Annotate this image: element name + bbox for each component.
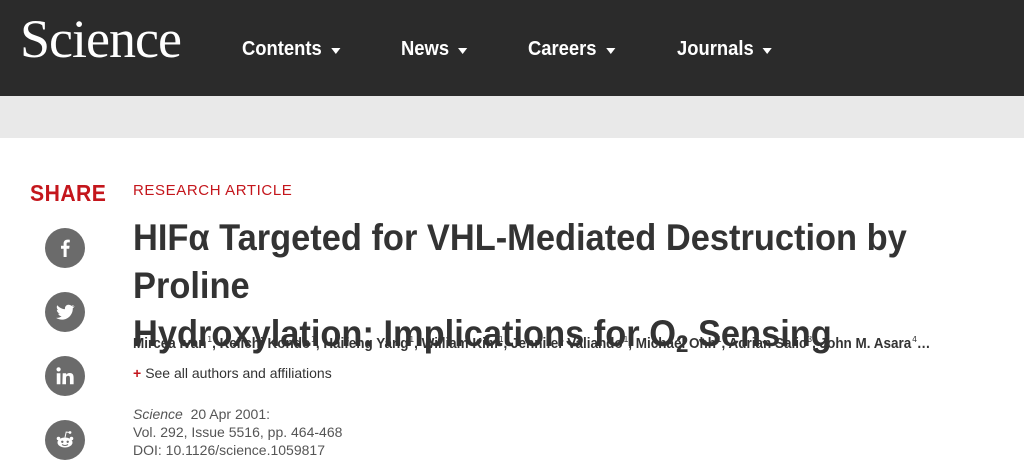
author-name: John M. Asara (819, 336, 912, 352)
nav-journals-dropdown[interactable]: Journals (677, 36, 773, 62)
nav-careers-label: Careers (528, 37, 597, 60)
author-separator: , (212, 336, 220, 352)
citation-volume: Vol. 292, Issue 5516, pp. 464-468 (133, 424, 343, 440)
author-link[interactable]: Michael Ohh1 (636, 336, 722, 352)
author-name: Jennifer Valiando (511, 336, 623, 352)
author-link[interactable]: Adrian Salic3 (729, 336, 813, 352)
chevron-down-icon (605, 47, 615, 54)
nav-journals-label: Journals (677, 37, 754, 60)
author-link[interactable]: Mircea Ivan1 (133, 336, 212, 352)
author-name: Michael Ohh (635, 336, 716, 352)
article-title-line-1: HIFα Targeted for VHL-Mediated Destructi… (133, 217, 907, 306)
author-name: Mircea Ivan (133, 336, 207, 352)
nav-careers-dropdown[interactable]: Careers (528, 36, 615, 62)
authors-ellipsis: … (916, 336, 931, 352)
chevron-down-icon (458, 47, 468, 54)
chevron-down-icon (330, 47, 341, 54)
facebook-icon (61, 239, 70, 257)
share-reddit-button[interactable] (45, 420, 85, 460)
reddit-icon (56, 431, 74, 448)
linkedin-icon (56, 367, 74, 385)
article-type-label: RESEARCH ARTICLE (133, 182, 293, 199)
citation-journal: Science (133, 406, 183, 422)
nav-contents-label: Contents (242, 37, 322, 60)
author-list: Mircea Ivan1, Keiichi Kondo1, Haifeng Ya… (133, 336, 951, 352)
twitter-icon (56, 304, 75, 320)
chevron-down-icon (762, 47, 773, 54)
nav-news-label: News (401, 37, 450, 60)
nav-news-dropdown[interactable]: News (401, 36, 468, 62)
share-twitter-button[interactable] (45, 292, 85, 332)
author-name: Adrian Salic (728, 336, 807, 352)
author-name: William Kim (421, 336, 498, 352)
author-separator: , (628, 336, 636, 352)
nav-contents-dropdown[interactable]: Contents (242, 36, 341, 62)
author-link[interactable]: Keiichi Kondo1 (220, 336, 316, 352)
author-name: Haifeng Yang (323, 336, 409, 352)
see-all-authors-link[interactable]: + See all authors and affiliations (133, 365, 332, 381)
share-linkedin-button[interactable] (45, 356, 85, 396)
sub-navigation-bar (0, 96, 1024, 138)
citation-doi[interactable]: DOI: 10.1126/science.1059817 (133, 442, 325, 458)
see-all-authors-label: See all authors and affiliations (145, 365, 332, 381)
author-name: Keiichi Kondo (219, 336, 311, 352)
author-link[interactable]: John M. Asara4 (820, 336, 917, 352)
science-logo[interactable]: Science (20, 4, 182, 74)
top-navigation-bar: Science Contents News Careers Journals (0, 0, 1024, 96)
author-link[interactable]: William Kim1 (422, 336, 504, 352)
author-separator: , (315, 336, 324, 352)
author-link[interactable]: Jennifer Valiando1 (511, 336, 628, 352)
citation-journal-date: Science 20 Apr 2001: (133, 406, 270, 422)
plus-icon: + (133, 365, 142, 381)
share-facebook-button[interactable] (45, 228, 85, 268)
citation-date: 20 Apr 2001: (190, 406, 270, 422)
share-heading: SHARE (30, 180, 107, 206)
author-link[interactable]: Haifeng Yang1 (323, 336, 414, 352)
